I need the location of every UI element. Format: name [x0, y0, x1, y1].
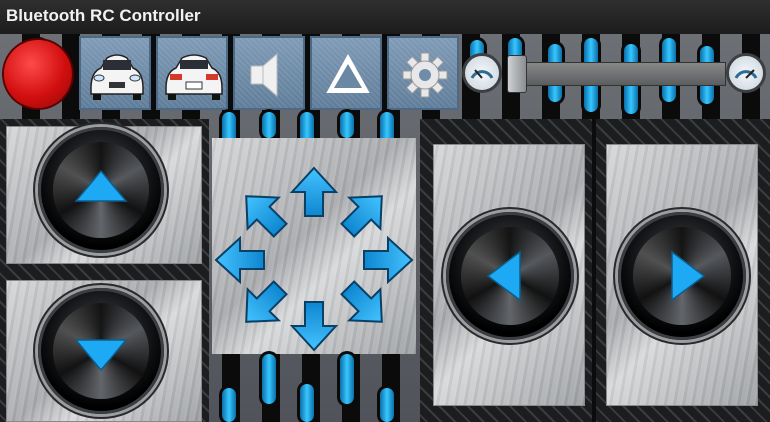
arrow-up-icon[interactable] [289, 166, 339, 217]
record-button[interactable] [4, 40, 72, 108]
speed-slider-thumb[interactable] [507, 55, 527, 93]
arrow-down-icon[interactable] [289, 301, 339, 352]
decor-light [340, 112, 354, 138]
arrow-up-right-icon[interactable] [332, 181, 397, 246]
arrow-left-icon [486, 250, 521, 302]
forward-button[interactable] [38, 127, 164, 253]
decor-light [262, 354, 276, 404]
extra-button[interactable] [310, 36, 382, 110]
arrow-right-icon [671, 250, 706, 302]
arrow-up-icon [74, 169, 128, 202]
front-lights-button[interactable] [79, 36, 151, 110]
back-lights-button[interactable] [156, 36, 228, 110]
decor-light [340, 354, 354, 404]
arrow-right-icon[interactable] [363, 235, 414, 285]
arrow-down-icon [74, 339, 128, 372]
speed-slider-track[interactable] [508, 62, 726, 86]
title-bar: Bluetooth RC Controller [0, 0, 770, 34]
direction-pad [214, 166, 414, 352]
gear-icon [402, 52, 448, 98]
arrow-left-icon[interactable] [214, 235, 265, 285]
car-rear-icon [165, 54, 223, 100]
speaker-icon [250, 52, 278, 98]
decor-light [262, 112, 276, 138]
speedometer-low-icon [462, 53, 502, 93]
steer-left-button[interactable] [446, 212, 574, 340]
app-title: Bluetooth RC Controller [6, 6, 201, 25]
settings-button[interactable] [387, 36, 459, 110]
speedometer-high-icon [726, 53, 766, 93]
triangle-warning-icon [326, 53, 370, 93]
backward-button[interactable] [38, 288, 164, 414]
steer-right-button[interactable] [618, 212, 746, 340]
decor-light [222, 388, 236, 422]
decor-light [380, 388, 394, 422]
decor-light [300, 384, 314, 422]
arrow-up-left-icon[interactable] [231, 181, 296, 246]
car-front-icon [90, 54, 144, 100]
panel-divider [592, 119, 596, 422]
horn-button[interactable] [233, 36, 305, 110]
